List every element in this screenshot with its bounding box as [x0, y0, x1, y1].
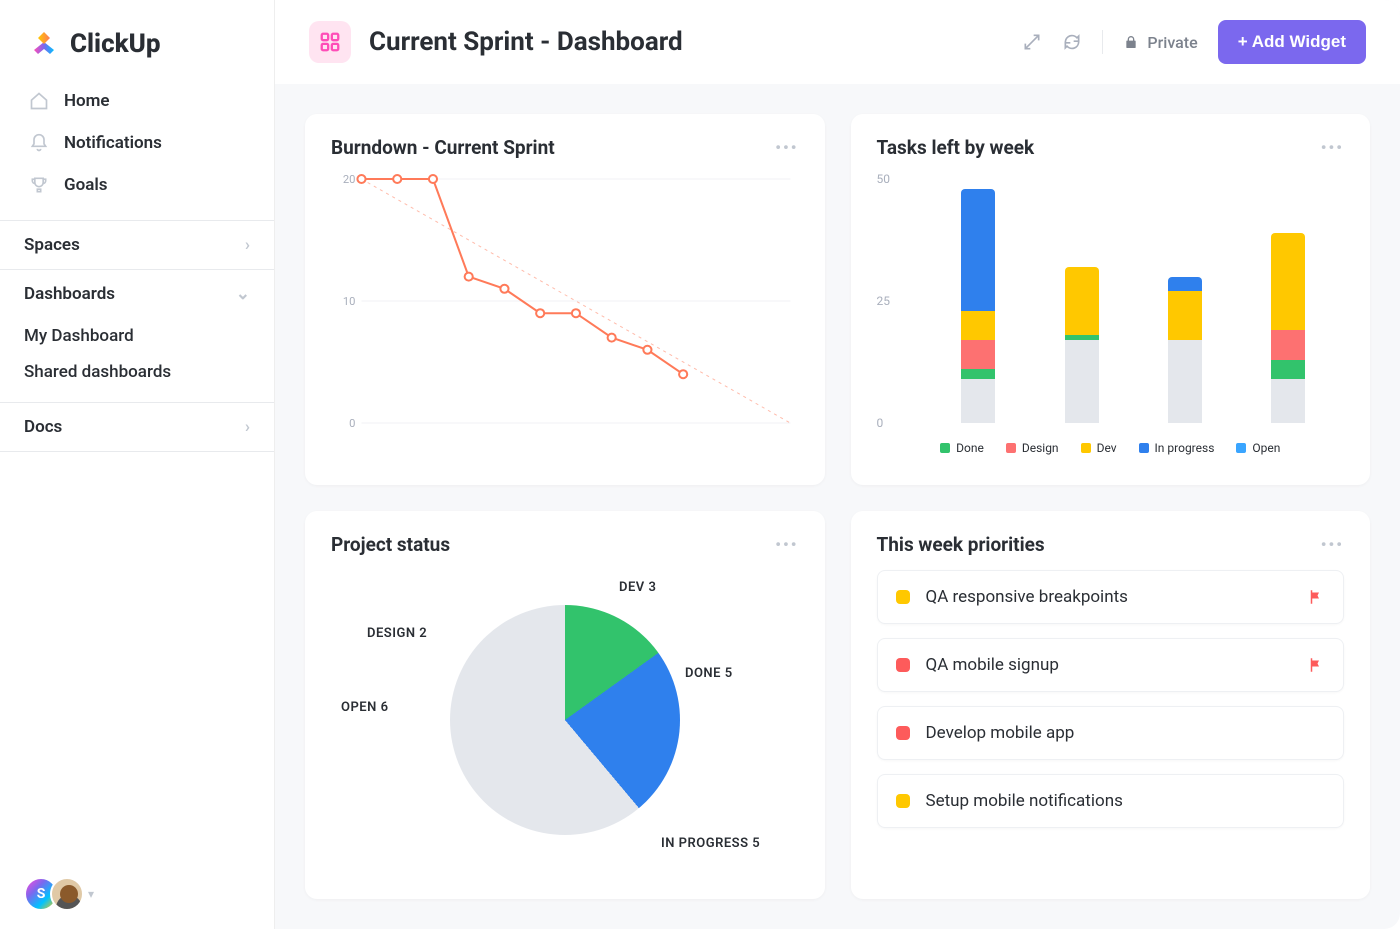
- burndown-chart: 0 10 20: [331, 173, 799, 433]
- topbar: Current Sprint - Dashboard Private + Add…: [275, 0, 1400, 84]
- section-dashboards: Dashboards ⌄ My Dashboard Shared dashboa…: [0, 270, 274, 403]
- sidebar-footer: S ▾: [0, 859, 274, 929]
- dashboard-icon: [309, 21, 351, 63]
- section-dashboards-head[interactable]: Dashboards ⌄: [0, 270, 274, 318]
- nav-main: Home Notifications Goals: [0, 80, 274, 206]
- expand-icon[interactable]: [1022, 32, 1042, 52]
- priority-task[interactable]: QA responsive breakpoints: [877, 570, 1345, 624]
- task-name: QA mobile signup: [926, 655, 1292, 675]
- tasks-chart: 02550: [877, 173, 1345, 433]
- widget-menu-icon[interactable]: •••: [775, 535, 798, 554]
- add-widget-button[interactable]: + Add Widget: [1218, 20, 1366, 64]
- pie-label-open: OPEN 6: [341, 700, 389, 715]
- task-status-icon: [896, 726, 910, 740]
- section-spaces-label: Spaces: [24, 235, 80, 255]
- main: Current Sprint - Dashboard Private + Add…: [275, 0, 1400, 929]
- sidebar: ClickUp Home Notifications Goals Spaces …: [0, 0, 275, 929]
- tasks-legend: Done Design Dev In progress Open: [877, 441, 1345, 455]
- widget-status-title: Project status: [331, 533, 450, 556]
- brand-logo[interactable]: ClickUp: [0, 0, 274, 80]
- widget-priorities-title: This week priorities: [877, 533, 1045, 556]
- nav-home-label: Home: [64, 91, 110, 111]
- nav-goals[interactable]: Goals: [8, 164, 266, 206]
- dashboard-content: Burndown - Current Sprint ••• 0 10 20 Task…: [275, 84, 1400, 929]
- widget-project-status: Project status ••• DESIGN 2 DEV 3 DONE 5…: [305, 511, 825, 900]
- nav-goals-label: Goals: [64, 175, 108, 195]
- svg-text:20: 20: [343, 173, 356, 186]
- status-pie-chart: DESIGN 2 DEV 3 DONE 5 IN PROGRESS 5 OPEN…: [331, 570, 799, 870]
- flag-icon: [1307, 588, 1325, 606]
- flag-icon: [1307, 656, 1325, 674]
- section-docs-head[interactable]: Docs ›: [0, 403, 274, 451]
- section-docs-label: Docs: [24, 417, 62, 437]
- bell-icon: [28, 132, 50, 154]
- legend-item: In progress: [1139, 441, 1215, 455]
- pie-label-design: DESIGN 2: [367, 626, 427, 641]
- widget-burndown-title: Burndown - Current Sprint: [331, 136, 555, 159]
- sidebar-item-my-dashboard[interactable]: My Dashboard: [0, 318, 274, 354]
- widget-tasks-title: Tasks left by week: [877, 136, 1035, 159]
- widget-priorities: This week priorities ••• QA responsive b…: [851, 511, 1371, 900]
- pie-label-inprogress: IN PROGRESS 5: [661, 836, 760, 851]
- section-spaces: Spaces ›: [0, 220, 274, 270]
- svg-text:0: 0: [349, 417, 355, 430]
- bar-column: [1065, 267, 1099, 423]
- refresh-icon[interactable]: [1062, 32, 1082, 52]
- pie-label-dev: DEV 3: [619, 580, 656, 595]
- chevron-right-icon: ›: [245, 417, 250, 437]
- widget-menu-icon[interactable]: •••: [1321, 535, 1344, 554]
- task-status-icon: [896, 794, 910, 808]
- svg-text:10: 10: [343, 295, 356, 308]
- task-status-icon: [896, 658, 910, 672]
- task-status-icon: [896, 590, 910, 604]
- task-name: Develop mobile app: [926, 723, 1326, 743]
- privacy-label: Private: [1147, 33, 1197, 52]
- section-dashboards-label: Dashboards: [24, 284, 115, 304]
- bar-column: [961, 189, 995, 423]
- nav-home[interactable]: Home: [8, 80, 266, 122]
- task-name: Setup mobile notifications: [926, 791, 1326, 811]
- widget-menu-icon[interactable]: •••: [1321, 138, 1344, 157]
- bar-column: [1271, 233, 1305, 423]
- priority-task[interactable]: QA mobile signup: [877, 638, 1345, 692]
- chevron-down-icon: ⌄: [236, 284, 250, 304]
- brand-name: ClickUp: [70, 29, 161, 59]
- legend-item: Dev: [1081, 441, 1117, 455]
- priority-task-list: QA responsive breakpoints QA mobile sign…: [877, 570, 1345, 828]
- divider: [1102, 30, 1103, 54]
- avatar-photo[interactable]: [50, 877, 84, 911]
- legend-item: Done: [940, 441, 984, 455]
- section-spaces-head[interactable]: Spaces ›: [0, 221, 274, 269]
- priority-task[interactable]: Develop mobile app: [877, 706, 1345, 760]
- nav-notifications[interactable]: Notifications: [8, 122, 266, 164]
- legend-item: Open: [1236, 441, 1280, 455]
- home-icon: [28, 90, 50, 112]
- bar-column: [1168, 277, 1202, 423]
- legend-item: Design: [1006, 441, 1059, 455]
- pie-label-done: DONE 5: [685, 666, 733, 681]
- section-docs: Docs ›: [0, 403, 274, 452]
- widget-menu-icon[interactable]: •••: [775, 138, 798, 157]
- caret-down-icon[interactable]: ▾: [88, 887, 94, 901]
- trophy-icon: [28, 174, 50, 196]
- clickup-logo-icon: [28, 28, 60, 60]
- widget-burndown: Burndown - Current Sprint ••• 0 10 20: [305, 114, 825, 485]
- page-title: Current Sprint - Dashboard: [369, 27, 683, 57]
- widget-tasks-by-week: Tasks left by week ••• 02550 DoneDesignD…: [851, 114, 1371, 485]
- chevron-right-icon: ›: [245, 235, 250, 255]
- task-name: QA responsive breakpoints: [926, 587, 1292, 607]
- privacy-indicator[interactable]: Private: [1123, 33, 1197, 52]
- lock-icon: [1123, 34, 1139, 50]
- avatar-stack[interactable]: S: [24, 877, 84, 911]
- priority-task[interactable]: Setup mobile notifications: [877, 774, 1345, 828]
- nav-notifications-label: Notifications: [64, 133, 162, 153]
- sidebar-item-shared-dashboards[interactable]: Shared dashboards: [0, 354, 274, 390]
